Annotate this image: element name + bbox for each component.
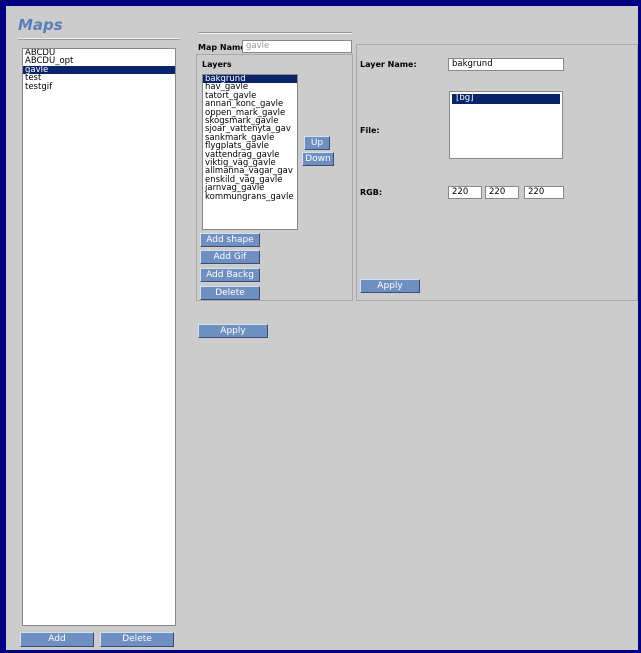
map-list-item[interactable]: testgif	[23, 82, 175, 91]
layer-name-input[interactable]: bakgrund	[448, 58, 564, 71]
app-title: Maps	[18, 16, 63, 34]
delete-layer-button[interactable]: Delete	[200, 286, 260, 300]
layer-properties-group	[356, 44, 638, 301]
layers-label: Layers	[202, 60, 232, 69]
layer-down-button[interactable]: Down	[302, 152, 334, 166]
map-name-label: Map Name	[198, 43, 246, 52]
add-map-button[interactable]: Add	[20, 632, 94, 647]
layer-list-item[interactable]: kommungrans_gavle	[203, 192, 297, 201]
delete-map-button[interactable]: Delete	[100, 632, 174, 647]
maps-divider	[18, 38, 180, 40]
rgb-label: RGB:	[360, 188, 383, 197]
add-backg-button[interactable]: Add Backg	[200, 268, 260, 282]
maps-list[interactable]: ABCDU ABCDU_opt gavle test testgif	[22, 48, 176, 626]
layers-list[interactable]: bakgrund hav_gavle tatort_gavle annan_konc_…	[202, 74, 298, 230]
map-name-input[interactable]: gavle	[242, 40, 352, 53]
rgb-blue-input[interactable]: 220	[524, 186, 564, 199]
file-label: File:	[360, 126, 380, 135]
maps-panel: ABCDU ABCDU_opt gavle test testgif Add Delet…	[18, 38, 180, 648]
apply-layer-button[interactable]: Apply	[360, 279, 420, 293]
layer-name-label: Layer Name:	[360, 60, 417, 69]
file-list[interactable]: [bg]	[449, 91, 563, 159]
layer-up-button[interactable]: Up	[304, 136, 330, 150]
add-gif-button[interactable]: Add Gif	[200, 250, 260, 264]
maps-window: Maps ABCDU ABCDU_opt gavle test testgif Add …	[6, 6, 638, 650]
add-shape-button[interactable]: Add shape	[200, 233, 260, 247]
rgb-red-input[interactable]: 220	[448, 186, 482, 199]
apply-map-button[interactable]: Apply	[198, 324, 268, 338]
middle-divider	[198, 32, 352, 34]
rgb-green-input[interactable]: 220	[485, 186, 519, 199]
map-list-item[interactable]: gavle	[23, 65, 175, 74]
file-list-item[interactable]: [bg]	[452, 93, 560, 104]
